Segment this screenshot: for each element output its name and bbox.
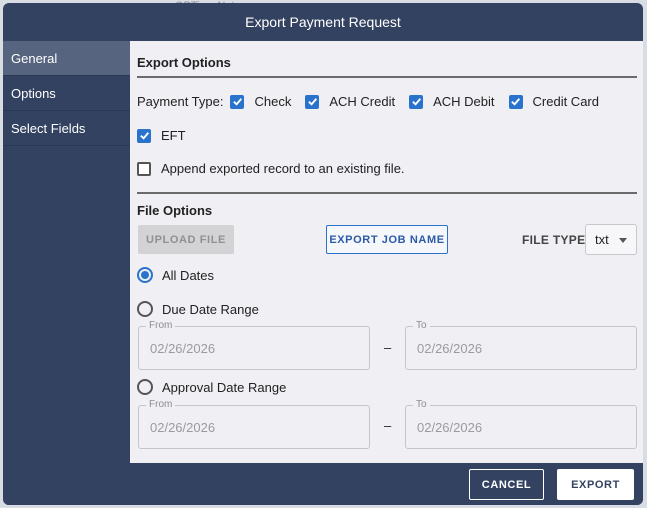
due-to-label: To <box>413 320 430 331</box>
dialog-footer: CANCEL EXPORT <box>3 463 643 505</box>
file-options-divider <box>137 192 637 194</box>
ach-debit-label: ACH Debit <box>433 94 495 109</box>
export-job-name-button[interactable]: EXPORT JOB NAME <box>326 225 448 254</box>
payment-type-ach-debit[interactable]: ACH Debit <box>409 94 495 109</box>
check-label: Check <box>254 94 292 109</box>
sidebar-item-select-fields[interactable]: Select Fields <box>3 111 130 146</box>
file-type-value: txt <box>595 232 609 247</box>
approval-to-field[interactable]: To 02/26/2026 <box>405 399 637 449</box>
sidebar: General Options Select Fields <box>3 41 130 463</box>
eft-label: EFT <box>161 128 186 143</box>
export-payment-dialog: Export Payment Request General Options S… <box>3 3 643 505</box>
due-date-option[interactable]: Due Date Range <box>137 301 259 317</box>
dialog-title: Export Payment Request <box>245 14 401 30</box>
approval-date-radio[interactable] <box>137 379 153 395</box>
payment-type-ach-credit[interactable]: ACH Credit <box>305 94 395 109</box>
due-to-value: 02/26/2026 <box>417 341 483 356</box>
export-options-title: Export Options <box>137 55 231 70</box>
due-from-label: From <box>146 320 176 331</box>
all-dates-label: All Dates <box>162 267 215 283</box>
append-row[interactable]: Append exported record to an existing fi… <box>137 161 405 176</box>
append-checkbox[interactable] <box>137 161 151 176</box>
check-checkbox[interactable] <box>230 94 245 109</box>
payment-type-credit-card[interactable]: Credit Card <box>508 94 599 109</box>
approval-date-option[interactable]: Approval Date Range <box>137 379 286 395</box>
due-from-field[interactable]: From 02/26/2026 <box>138 320 370 370</box>
append-label: Append exported record to an existing fi… <box>161 161 405 176</box>
approval-from-label: From <box>146 399 176 410</box>
all-dates-radio[interactable] <box>137 267 153 283</box>
due-to-field[interactable]: To 02/26/2026 <box>405 320 637 370</box>
file-options-title: File Options <box>137 203 213 218</box>
export-options-divider <box>137 76 637 78</box>
credit-card-label: Credit Card <box>532 94 599 109</box>
file-type-label: FILE TYPE <box>522 233 586 247</box>
approval-range-dash: – <box>384 418 392 433</box>
approval-from-field[interactable]: From 02/26/2026 <box>138 399 370 449</box>
credit-card-checkbox[interactable] <box>508 94 523 109</box>
due-range-dash: – <box>384 340 392 355</box>
due-date-radio[interactable] <box>137 301 153 317</box>
sidebar-item-options[interactable]: Options <box>3 76 130 111</box>
approval-to-value: 02/26/2026 <box>417 420 483 435</box>
all-dates-option[interactable]: All Dates <box>137 267 214 283</box>
cancel-button[interactable]: CANCEL <box>469 469 544 500</box>
chevron-down-icon <box>619 238 627 243</box>
file-type-select[interactable]: txt <box>585 224 637 255</box>
approval-to-label: To <box>413 399 430 410</box>
export-button[interactable]: EXPORT <box>557 469 634 500</box>
content-panel: Export Options Payment Type: Check ACH C… <box>130 41 643 463</box>
payment-type-row: Payment Type: Check ACH Credit ACH Debit… <box>137 94 613 109</box>
approval-date-label: Approval Date Range <box>162 379 287 395</box>
due-date-label: Due Date Range <box>162 301 259 317</box>
approval-from-value: 02/26/2026 <box>150 420 216 435</box>
due-from-value: 02/26/2026 <box>150 341 216 356</box>
eft-checkbox[interactable] <box>137 128 151 143</box>
payment-type-check[interactable]: Check <box>230 94 291 109</box>
ach-debit-checkbox[interactable] <box>409 94 424 109</box>
ach-credit-checkbox[interactable] <box>305 94 320 109</box>
ach-credit-label: ACH Credit <box>329 94 396 109</box>
upload-file-button[interactable]: UPLOAD FILE <box>138 225 234 254</box>
payment-type-label: Payment Type: <box>137 94 224 109</box>
payment-type-eft[interactable]: EFT <box>137 128 186 143</box>
sidebar-item-general[interactable]: General <box>3 41 130 76</box>
